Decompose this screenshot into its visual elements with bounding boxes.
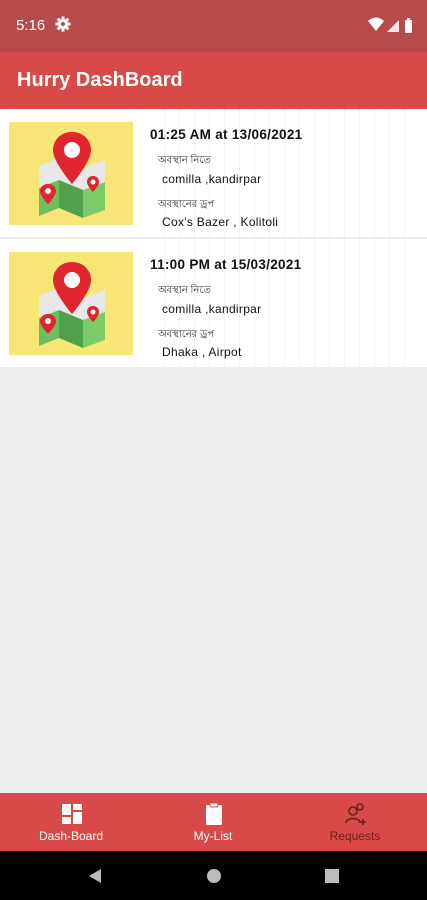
clipboard-icon — [206, 802, 222, 825]
nav-dashboard[interactable]: Dash-Board — [0, 793, 142, 851]
nav-dashboard-label: Dash-Board — [38, 829, 104, 843]
trip-card[interactable]: 01:25 AM at 13/06/2021 অবস্থান নিতে comi… — [0, 109, 427, 239]
pickup-location: comilla ,kandirpar — [162, 302, 262, 316]
back-icon[interactable] — [85, 866, 105, 886]
home-icon[interactable] — [204, 866, 224, 886]
pickup-location: comilla ,kandirpar — [162, 172, 262, 186]
trip-thumbnail — [9, 122, 133, 225]
nav-my-list[interactable]: My-List — [142, 793, 284, 851]
system-status-icons — [368, 17, 412, 33]
app-title: Hurry DashBoard — [17, 69, 183, 91]
bottom-navigation: Dash-Board My-List Requests — [0, 793, 427, 851]
trip-card[interactable]: 11:00 PM at 15/03/2021 অবস্থান নিতে comi… — [0, 239, 427, 369]
map-location-icon — [39, 262, 105, 348]
pickup-label: অবস্থান নিতে — [158, 155, 211, 166]
drop-location: Cox's Bazer , Kolitoli — [162, 215, 279, 229]
system-navigation-bar — [0, 851, 427, 900]
gear-icon — [55, 16, 71, 32]
trip-datetime: 11:00 PM at 15/03/2021 — [150, 257, 302, 272]
pickup-label: অবস্থান নিতে — [158, 285, 211, 296]
nav-my-list-label: My-List — [193, 829, 233, 843]
recents-icon[interactable] — [322, 866, 342, 886]
trip-info: 11:00 PM at 15/03/2021 অবস্থান নিতে comi… — [150, 239, 419, 367]
drop-location: Dhaka , Airpot — [162, 345, 242, 359]
trip-list: 01:25 AM at 13/06/2021 অবস্থান নিতে comi… — [0, 109, 427, 369]
drop-label: অবস্থানের ড্রপ — [158, 199, 215, 210]
trip-thumbnail — [9, 252, 133, 355]
dashboard-icon — [62, 804, 82, 824]
app-bar: Hurry DashBoard — [0, 52, 427, 109]
status-bar: 5:16 — [0, 0, 427, 52]
wifi-icon — [368, 17, 384, 31]
add-users-icon — [345, 803, 366, 825]
nav-requests[interactable]: Requests — [284, 793, 426, 851]
nav-requests-label: Requests — [329, 829, 381, 843]
trip-info: 01:25 AM at 13/06/2021 অবস্থান নিতে comi… — [150, 109, 419, 237]
drop-label: অবস্থানের ড্রপ — [158, 329, 215, 340]
trip-datetime: 01:25 AM at 13/06/2021 — [150, 127, 303, 142]
signal-icon — [387, 20, 399, 32]
map-location-icon — [39, 132, 105, 218]
status-time: 5:16 — [16, 17, 46, 34]
battery-icon — [405, 20, 412, 33]
